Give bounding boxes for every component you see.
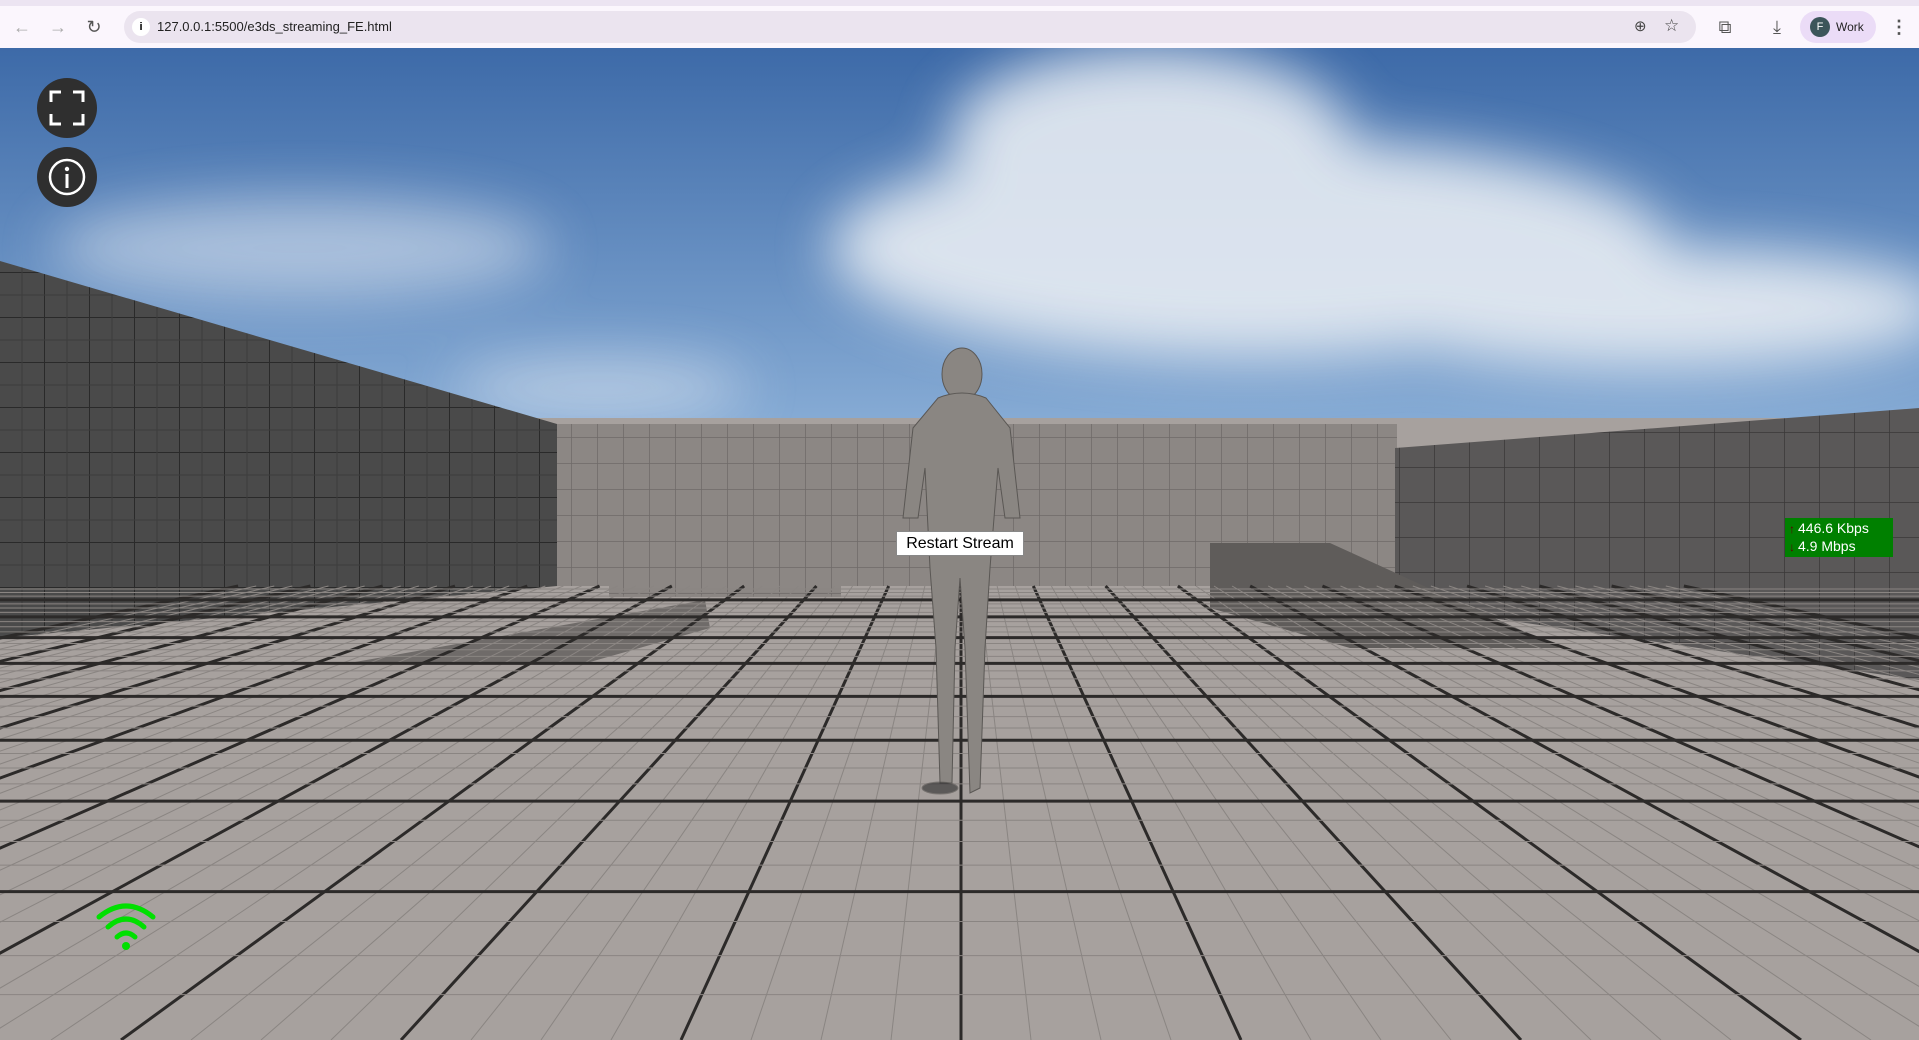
bitrate-stats: ↑ 446.6 Kbps ↓ 4.9 Mbps	[1785, 518, 1893, 557]
profile-button[interactable]: F Work	[1800, 11, 1876, 43]
download-arrow-icon: ↓	[1789, 540, 1795, 554]
stream-viewport[interactable]: Restart Stream ↑ 446.6 Kbps ↓ 4.9 Mbps	[0, 48, 1919, 1040]
info-button[interactable]	[37, 147, 97, 207]
zoom-icon[interactable]: ⊕	[1634, 17, 1647, 35]
reload-icon[interactable]: ↻	[81, 14, 107, 40]
extensions-icon[interactable]: ⧉	[1712, 14, 1738, 40]
upload-arrow-icon: ↑	[1789, 522, 1795, 536]
browser-toolbar: ← → ↻ i 127.0.0.1:5500/e3ds_streaming_FE…	[0, 0, 1919, 48]
profile-label: Work	[1836, 20, 1864, 34]
avatar: F	[1810, 17, 1830, 37]
upload-rate: 446.6 Kbps	[1798, 520, 1869, 536]
back-icon[interactable]: ←	[9, 14, 35, 40]
menu-icon[interactable]: ⋮	[1886, 14, 1912, 40]
restart-stream-button[interactable]: Restart Stream	[896, 531, 1024, 556]
download-icon[interactable]: ⤓	[1764, 14, 1790, 40]
url-text[interactable]: 127.0.0.1:5500/e3ds_streaming_FE.html	[157, 19, 392, 34]
download-rate: 4.9 Mbps	[1798, 538, 1856, 554]
fullscreen-icon	[49, 90, 85, 126]
info-icon	[48, 158, 86, 196]
fullscreen-button[interactable]	[37, 78, 97, 138]
forward-icon[interactable]: →	[45, 14, 71, 40]
wifi-icon	[96, 903, 156, 950]
bookmark-star-icon[interactable]: ☆	[1664, 16, 1679, 36]
address-bar[interactable]: i 127.0.0.1:5500/e3ds_streaming_FE.html …	[124, 11, 1696, 43]
site-info-icon[interactable]: i	[132, 18, 150, 36]
